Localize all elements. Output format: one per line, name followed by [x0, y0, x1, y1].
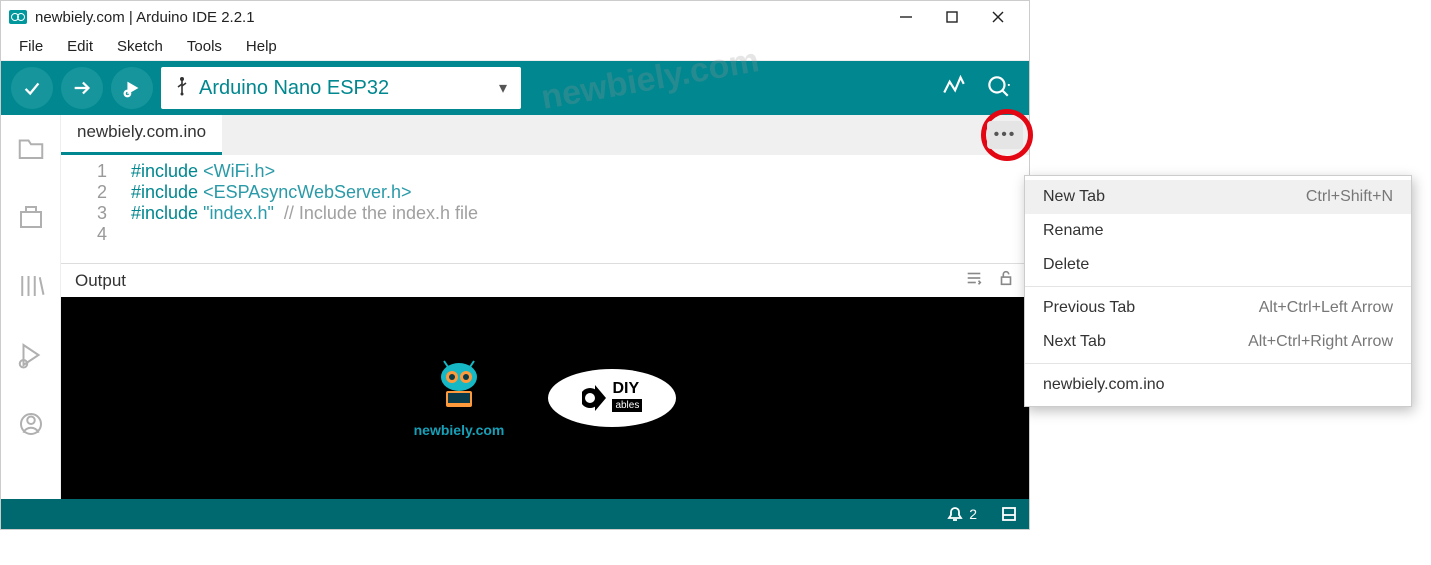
lock-icon[interactable]: [997, 269, 1015, 292]
line-number: 1: [61, 161, 131, 182]
separator: [1025, 286, 1411, 287]
newbiely-text: newbiely.com: [414, 422, 505, 438]
chevron-down-icon: ▾: [499, 78, 507, 98]
tabs-row: newbiely.com.ino •••: [61, 115, 1029, 155]
diy-sub: ables: [612, 399, 642, 412]
sketchbook-icon[interactable]: [16, 133, 46, 168]
boards-manager-icon[interactable]: [16, 202, 46, 237]
editor-area: newbiely.com.ino ••• 1 #include <WiFi.h>…: [61, 115, 1029, 499]
window-title: newbiely.com | Arduino IDE 2.2.1: [35, 9, 255, 26]
ctx-shortcut: Alt+Ctrl+Right Arrow: [1248, 333, 1393, 351]
usb-icon: [175, 76, 189, 101]
newbiely-logo: newbiely.com: [414, 359, 505, 438]
search-icon[interactable]: [16, 409, 46, 444]
output-label: Output: [75, 271, 126, 291]
arduino-logo-icon: [9, 10, 27, 24]
titlebar: newbiely.com | Arduino IDE 2.2.1: [1, 1, 1029, 33]
tab-more-button[interactable]: •••: [987, 121, 1023, 149]
ctx-rename[interactable]: Rename: [1025, 214, 1411, 248]
word-wrap-icon[interactable]: [965, 269, 983, 292]
code-editor[interactable]: 1 #include <WiFi.h> 2 #include <ESPAsync…: [61, 155, 1029, 263]
board-selector[interactable]: Arduino Nano ESP32 ▾: [161, 67, 521, 109]
upload-button[interactable]: [61, 67, 103, 109]
statusbar: 2: [1, 499, 1029, 529]
ctx-label: newbiely.com.ino: [1043, 376, 1165, 394]
menu-help[interactable]: Help: [234, 38, 289, 55]
ctx-shortcut: Alt+Ctrl+Left Arrow: [1259, 299, 1393, 317]
ctx-delete[interactable]: Delete: [1025, 248, 1411, 282]
debug-icon[interactable]: [16, 340, 46, 375]
app-window: newbiely.com | Arduino IDE 2.2.1 File Ed…: [0, 0, 1030, 530]
diyables-logo: DIY ables: [548, 369, 676, 427]
ctx-label: Next Tab: [1043, 333, 1106, 351]
verify-button[interactable]: [11, 67, 53, 109]
ctx-label: New Tab: [1043, 188, 1105, 206]
panel-toggle-button[interactable]: [989, 506, 1029, 522]
ctx-file[interactable]: newbiely.com.ino: [1025, 368, 1411, 402]
line-number: 3: [61, 203, 131, 224]
toolbar: Arduino Nano ESP32 ▾: [1, 61, 1029, 115]
activity-bar: [1, 115, 61, 499]
ctx-label: Rename: [1043, 222, 1103, 240]
minimize-button[interactable]: [883, 1, 929, 33]
serial-plotter-icon[interactable]: [941, 73, 967, 104]
maximize-button[interactable]: [929, 1, 975, 33]
close-button[interactable]: [975, 1, 1021, 33]
code-line: 4: [61, 224, 1029, 245]
ctx-next-tab[interactable]: Next Tab Alt+Ctrl+Right Arrow: [1025, 325, 1411, 359]
serial-monitor-icon[interactable]: [985, 73, 1011, 104]
menu-tools[interactable]: Tools: [175, 38, 234, 55]
code-line: 3 #include "index.h" // Include the inde…: [61, 203, 1029, 224]
ctx-new-tab[interactable]: New Tab Ctrl+Shift+N: [1025, 180, 1411, 214]
output-header: Output: [61, 263, 1029, 297]
line-number: 2: [61, 182, 131, 203]
debug-button[interactable]: [111, 67, 153, 109]
ctx-shortcut: Ctrl+Shift+N: [1306, 188, 1393, 206]
code-line: 2 #include <ESPAsyncWebServer.h>: [61, 182, 1029, 203]
ctx-prev-tab[interactable]: Previous Tab Alt+Ctrl+Left Arrow: [1025, 291, 1411, 325]
line-number: 4: [61, 224, 131, 245]
menu-sketch[interactable]: Sketch: [105, 38, 175, 55]
output-panel: newbiely.com DIY ables: [61, 297, 1029, 499]
ctx-label: Previous Tab: [1043, 299, 1135, 317]
ctx-label: Delete: [1043, 256, 1089, 274]
menu-file[interactable]: File: [7, 38, 55, 55]
file-tab[interactable]: newbiely.com.ino: [61, 115, 222, 155]
diy-text: DIY: [612, 383, 642, 396]
menubar: File Edit Sketch Tools Help: [1, 33, 1029, 61]
notifications-button[interactable]: 2: [935, 506, 989, 522]
menu-edit[interactable]: Edit: [55, 38, 105, 55]
separator: [1025, 363, 1411, 364]
board-name: Arduino Nano ESP32: [199, 77, 389, 100]
notification-count: 2: [969, 506, 977, 522]
tab-context-menu: New Tab Ctrl+Shift+N Rename Delete Previ…: [1024, 175, 1412, 407]
library-manager-icon[interactable]: [16, 271, 46, 306]
main-area: newbiely.com.ino ••• 1 #include <WiFi.h>…: [1, 115, 1029, 499]
code-line: 1 #include <WiFi.h>: [61, 161, 1029, 182]
